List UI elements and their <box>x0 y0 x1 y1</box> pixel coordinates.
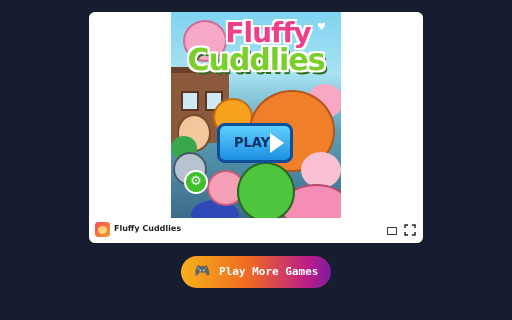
theater-mode-icon[interactable] <box>386 224 398 236</box>
game-thumbnail <box>95 222 110 237</box>
theater-mode-icon-frame <box>387 227 397 235</box>
game-logo-line2: Cuddlies <box>187 43 325 78</box>
play-button-label: PLAY <box>234 135 271 151</box>
play-more-games-label: Play More Games <box>219 265 319 278</box>
fullscreen-icon-glyph <box>404 224 416 236</box>
play-button[interactable]: PLAY <box>217 123 293 163</box>
game-card: Fluffy Cuddlies ♥ PLAY ⚙ Fluffy Cuddlies <box>89 12 423 243</box>
heart-icon: ♥ <box>317 22 326 33</box>
gamepad-icon: 🎮 <box>194 264 211 279</box>
game-info-bar: Fluffy Cuddlies <box>89 218 423 243</box>
fullscreen-icon[interactable] <box>404 224 416 236</box>
frog-character <box>237 162 295 218</box>
game-name: Fluffy Cuddlies <box>114 224 182 233</box>
game-canvas[interactable]: Fluffy Cuddlies ♥ PLAY ⚙ <box>171 12 341 218</box>
pink-character <box>301 152 341 188</box>
game-logo: Fluffy Cuddlies <box>171 16 341 78</box>
play-triangle-icon <box>270 133 284 153</box>
gear-icon[interactable]: ⚙ <box>184 170 208 194</box>
house-window <box>181 91 199 111</box>
play-more-games-button[interactable]: 🎮 Play More Games <box>181 256 331 288</box>
